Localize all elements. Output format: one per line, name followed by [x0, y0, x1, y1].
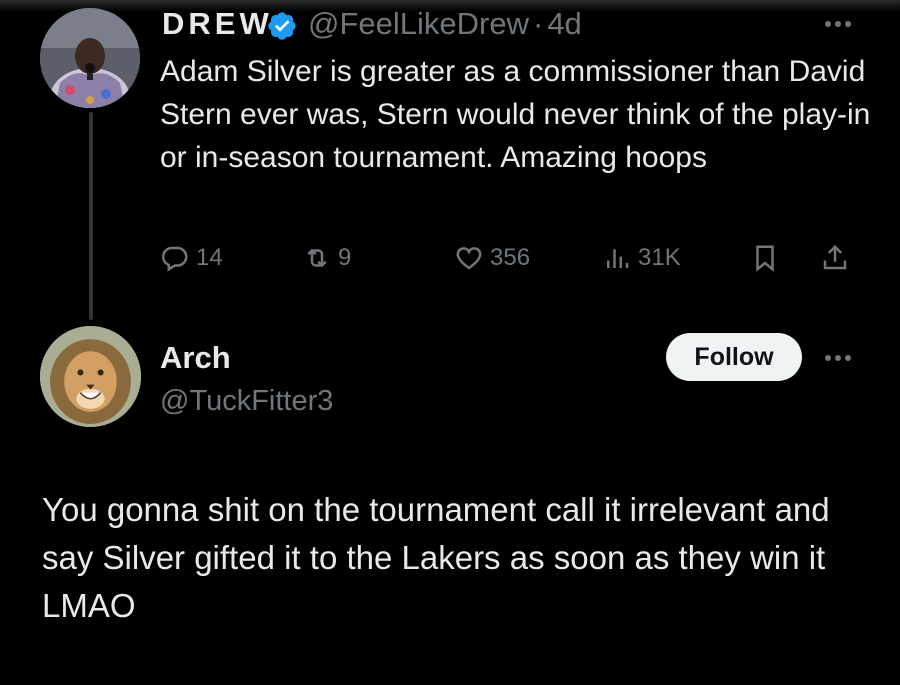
more-dots-icon[interactable]: [822, 14, 854, 34]
drew-display-name[interactable]: DREW: [162, 4, 273, 44]
parent-tweet-text: Adam Silver is greater as a commissioner…: [160, 55, 871, 174]
reply-button[interactable]: 14: [160, 238, 223, 278]
more-dots-icon[interactable]: [822, 348, 854, 368]
arch-handle[interactable]: @TuckFitter3: [160, 381, 333, 421]
like-count: 356: [490, 244, 531, 271]
repost-button[interactable]: 9: [302, 238, 351, 278]
repost-count: 9: [338, 244, 352, 271]
bar-chart-icon: [607, 249, 629, 268]
thread-connector-line: [89, 112, 93, 320]
reply-tweet-text: You gonna shit on the tournament call it…: [42, 491, 830, 624]
reply-count: 14: [196, 244, 223, 271]
share-button[interactable]: [820, 238, 856, 278]
reply-bubble-icon: [161, 246, 188, 272]
views-button[interactable]: 31K: [602, 238, 681, 278]
drew-handle[interactable]: @FeelLikeDrew: [308, 6, 529, 41]
arch-display-name[interactable]: Arch: [160, 338, 231, 378]
tweet-time[interactable]: 4d: [547, 6, 581, 41]
arch-avatar[interactable]: [40, 326, 141, 427]
like-button[interactable]: 356: [454, 238, 530, 278]
tweet-action-bar: 14 9 356 31K: [160, 238, 860, 278]
repost-arrows-icon: [307, 248, 327, 268]
view-count: 31K: [638, 244, 681, 271]
separator-dot: ·: [532, 6, 544, 41]
drew-avatar[interactable]: [40, 8, 140, 108]
share-upload-icon: [823, 244, 847, 270]
drew-handle-time[interactable]: @FeelLikeDrew · 4d: [308, 4, 582, 44]
bookmark-button[interactable]: [750, 238, 786, 278]
heart-icon: [456, 247, 482, 270]
follow-button[interactable]: Follow: [666, 333, 802, 381]
bookmark-icon: [756, 245, 774, 272]
verified-badge-icon: [268, 12, 296, 40]
